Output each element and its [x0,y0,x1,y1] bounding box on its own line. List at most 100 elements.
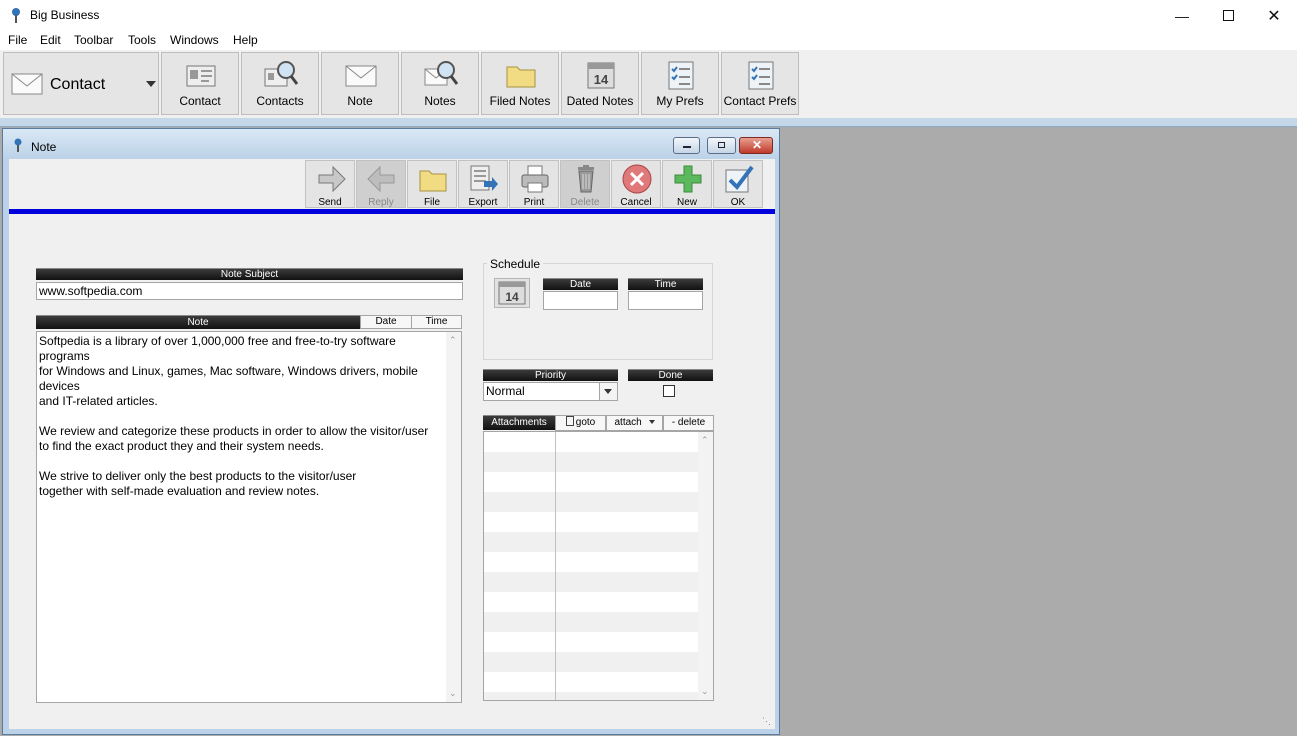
filed-notes-button-label: Filed Notes [489,94,551,108]
scroll-down-icon[interactable]: ⌄ [701,686,709,697]
schedule-time-input[interactable] [628,291,703,310]
maximize-button[interactable] [1205,0,1251,31]
scroll-up-icon[interactable]: ⌃ [701,435,709,446]
menu-bar: File Edit Toolbar Tools Windows Help [0,31,1297,50]
contact-prefs-button[interactable]: Contact Prefs [721,52,799,115]
note-time-column[interactable]: Time [411,315,462,329]
contacts-search-icon [264,61,298,87]
dropdown-arrow-icon[interactable] [599,383,617,400]
file-button[interactable]: File [407,160,457,208]
note-date-column[interactable]: Date [360,315,412,329]
app-title-bar: Big Business — ✕ [0,0,1297,31]
menu-tools[interactable]: Tools [128,33,156,47]
calendar-icon: 14 [498,281,526,305]
list-item[interactable] [484,512,713,532]
document-icon [565,416,574,426]
list-item[interactable] [484,532,713,552]
window-title: Big Business [30,8,100,22]
delete-button-label: Delete [570,197,600,208]
contacts-button[interactable]: Contacts [241,52,319,115]
close-button[interactable]: ✕ [1251,0,1297,31]
notes-search-icon [424,61,458,86]
attachment-delete-button[interactable]: - delete [663,415,714,431]
note-button[interactable]: Note [321,52,399,115]
notes-button[interactable]: Notes [401,52,479,115]
scroll-down-icon[interactable]: ⌄ [449,688,457,699]
checkmark-icon [725,165,754,193]
calendar-button[interactable]: 14 [494,278,530,308]
note-minimize-button[interactable] [673,137,700,154]
menu-toolbar[interactable]: Toolbar [74,33,113,47]
note-window-title-bar: Note ✕ [3,129,779,159]
menu-edit[interactable]: Edit [40,33,61,47]
schedule-date-header: Date [543,278,618,290]
print-button[interactable]: Print [509,160,559,208]
attachment-goto-button[interactable]: goto [555,415,606,431]
menu-windows[interactable]: Windows [170,33,219,47]
note-scrollbar[interactable]: ⌃ ⌄ [446,332,461,702]
list-item[interactable] [484,572,713,592]
schedule-date-input[interactable] [543,291,618,310]
list-item[interactable] [484,552,713,572]
mode-selector[interactable]: Contact [3,52,159,115]
reply-button[interactable]: Reply [356,160,406,208]
contacts-button-label: Contacts [256,94,304,108]
dropdown-arrow-icon [146,81,156,87]
minimize-button[interactable]: — [1159,0,1205,31]
resize-grip-icon[interactable]: ⋱ [762,716,771,727]
list-item[interactable] [484,672,713,692]
contact-button[interactable]: Contact [161,52,239,115]
filed-notes-button[interactable]: Filed Notes [481,52,559,115]
checklist-icon [668,61,694,90]
priority-select[interactable]: Normal [483,382,618,401]
note-maximize-button[interactable] [707,137,736,154]
minimize-icon: — [1175,7,1189,24]
new-button[interactable]: New [662,160,712,208]
export-button[interactable]: Export [458,160,508,208]
done-checkbox[interactable] [663,385,675,397]
dated-notes-button[interactable]: 14 Dated Notes [561,52,639,115]
delete-button[interactable]: Delete [560,160,610,208]
menu-help[interactable]: Help [233,33,258,47]
list-item[interactable] [484,452,713,472]
list-item[interactable] [484,632,713,652]
cancel-x-icon [622,164,652,194]
my-prefs-button[interactable]: My Prefs [641,52,719,115]
list-item[interactable] [484,432,713,452]
attachment-goto-label: goto [575,417,596,428]
cancel-button[interactable]: Cancel [611,160,661,208]
attachments-scrollbar[interactable]: ⌃ ⌄ [698,432,713,700]
note-close-button[interactable]: ✕ [739,137,773,154]
cancel-button-label: Cancel [620,197,652,208]
priority-value: Normal [486,384,525,398]
list-item[interactable] [484,492,713,512]
note-body-text: Softpedia is a library of over 1,000,000… [39,334,429,498]
note-body-textarea[interactable]: Softpedia is a library of over 1,000,000… [36,331,462,703]
list-item[interactable] [484,592,713,612]
main-toolbar: Contact Contact Contacts Note Notes File… [0,50,1297,118]
envelope-icon [345,65,377,87]
note-subject-input[interactable]: www.softpedia.com [36,282,463,300]
list-item[interactable] [484,472,713,492]
note-form: Send Reply File Export Print Delete Canc… [9,159,775,729]
folder-icon [419,170,447,192]
new-button-label: New [676,197,697,208]
svg-text:14: 14 [594,72,609,87]
scroll-up-icon[interactable]: ⌃ [449,335,457,346]
ok-button[interactable]: OK [713,160,763,208]
attachments-header: Attachments [483,415,555,430]
list-item[interactable] [484,612,713,632]
send-button[interactable]: Send [305,160,355,208]
menu-file[interactable]: File [8,33,27,47]
envelope-icon [11,73,43,95]
attachment-attach-button[interactable]: attach [606,415,663,431]
pushpin-icon [12,8,20,23]
trash-icon [578,165,594,193]
list-item[interactable] [484,652,713,672]
attachments-list[interactable]: ⌃ ⌄ [483,431,714,701]
note-window: Note ✕ Send Reply File Export Print Dele… [2,128,780,735]
toolbar-separator [9,209,775,214]
list-item[interactable] [484,692,713,700]
calendar-icon: 14 [587,62,615,89]
reply-button-label: Reply [368,197,394,208]
